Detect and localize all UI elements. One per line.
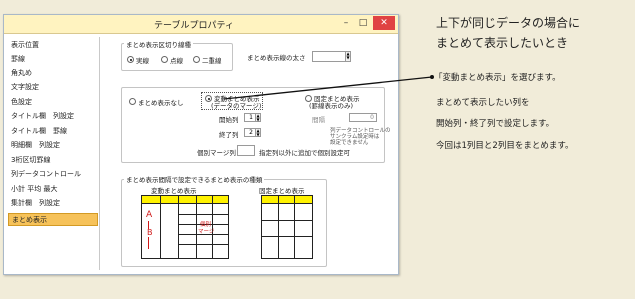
bullet-text: 「変動まとめ表示」を選びます。 bbox=[434, 73, 561, 83]
instruction-line-3: 開始列・終了列で設定します。 bbox=[436, 119, 555, 129]
heading-line-2: まとめて表示したいとき bbox=[436, 36, 569, 50]
heading-line-1: 上下が同じデータの場合に bbox=[436, 16, 581, 30]
instruction-line-2: まとめて表示したい列を bbox=[436, 98, 530, 108]
instruction-line-4: 今回は1列目と2列目をまとめます。 bbox=[436, 141, 574, 151]
